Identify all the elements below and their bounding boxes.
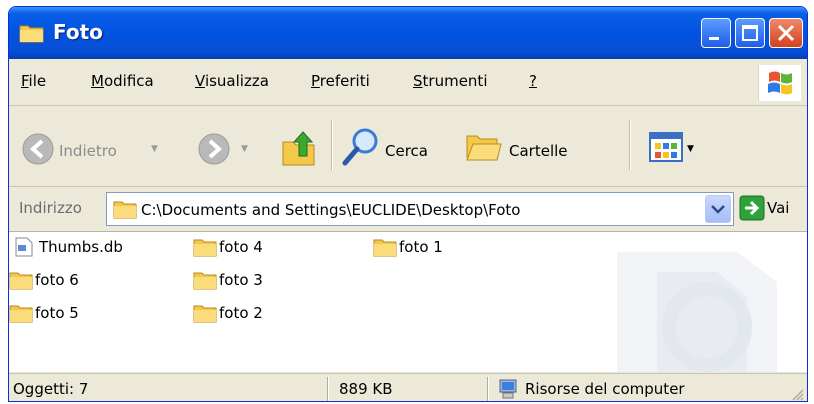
back-arrow-icon <box>22 133 54 165</box>
folder-icon <box>193 305 217 323</box>
close-icon <box>777 24 795 42</box>
minimize-button[interactable] <box>701 18 731 48</box>
windows-flag-icon <box>768 71 792 95</box>
menu-file[interactable]: File <box>21 72 46 90</box>
menu-modifica[interactable]: Modifica <box>91 72 154 90</box>
forward-arrow-icon <box>198 133 230 165</box>
address-bar: Indirizzo C:\Documents and Settings\EUCL… <box>9 187 807 232</box>
search-label: Cerca <box>385 142 428 160</box>
file-icon <box>15 237 33 257</box>
computer-icon <box>499 379 517 399</box>
back-label: Indietro <box>59 142 117 160</box>
toolbar-separator <box>331 120 333 170</box>
back-dropdown-icon[interactable]: ▼ <box>151 144 158 154</box>
status-object-count: Oggetti: 7 <box>13 380 89 398</box>
views-dropdown-icon[interactable]: ▼ <box>687 144 694 154</box>
windows-logo <box>758 65 801 101</box>
go-arrow-icon <box>739 195 765 221</box>
menu-preferiti[interactable]: Preferiti <box>311 72 370 90</box>
folder-up-icon[interactable] <box>279 128 319 168</box>
status-location: Risorse del computer <box>525 380 685 398</box>
maximize-icon <box>742 25 758 41</box>
menu-visualizza[interactable]: Visualizza <box>195 72 269 90</box>
menu-bar: File Modifica Visualizza Preferiti Strum… <box>9 59 807 106</box>
status-size: 889 KB <box>339 380 393 398</box>
forward-dropdown-icon[interactable]: ▼ <box>241 144 248 154</box>
folder-icon <box>193 239 217 257</box>
folder-icon <box>113 201 137 219</box>
search-icon <box>342 128 378 166</box>
menu-help[interactable]: ? <box>529 72 537 90</box>
resize-grip-icon[interactable] <box>791 388 805 402</box>
toolbar: Indietro ▼ ▼ Cerca Cartelle ▼ <box>9 106 807 187</box>
explorer-window: Foto File Modifica Visualizza Preferiti … <box>8 6 808 402</box>
folder-icon <box>19 25 44 43</box>
window-title: Foto <box>53 20 103 44</box>
title-bar[interactable]: Foto <box>9 7 807 59</box>
folder-icon <box>9 272 33 290</box>
folder-icon <box>193 272 217 290</box>
menu-strumenti[interactable]: Strumenti <box>413 72 487 90</box>
minimize-icon <box>709 37 719 40</box>
status-bar: Oggetti: 7 889 KB Risorse del computer <box>9 373 807 402</box>
folder-icon <box>9 305 33 323</box>
address-input[interactable]: C:\Documents and Settings\EUCLIDE\Deskto… <box>106 192 734 226</box>
close-button[interactable] <box>769 18 803 48</box>
status-divider <box>327 377 329 401</box>
views-icon <box>649 132 683 162</box>
folders-label: Cartelle <box>509 142 568 160</box>
address-path: C:\Documents and Settings\EUCLIDE\Deskto… <box>141 201 521 219</box>
folder-watermark-icon <box>617 252 777 372</box>
go-label: Vai <box>767 199 790 217</box>
folders-icon <box>466 135 502 161</box>
address-dropdown-button[interactable] <box>705 195 731 223</box>
chevron-down-icon <box>711 205 725 214</box>
folder-icon <box>373 239 397 257</box>
maximize-button[interactable] <box>735 18 765 48</box>
toolbar-separator <box>629 120 631 170</box>
status-divider <box>487 377 489 401</box>
file-list[interactable]: Thumbs.db foto 6 foto 5 foto 4 foto 3 fo… <box>9 232 807 372</box>
address-label: Indirizzo <box>19 199 82 217</box>
